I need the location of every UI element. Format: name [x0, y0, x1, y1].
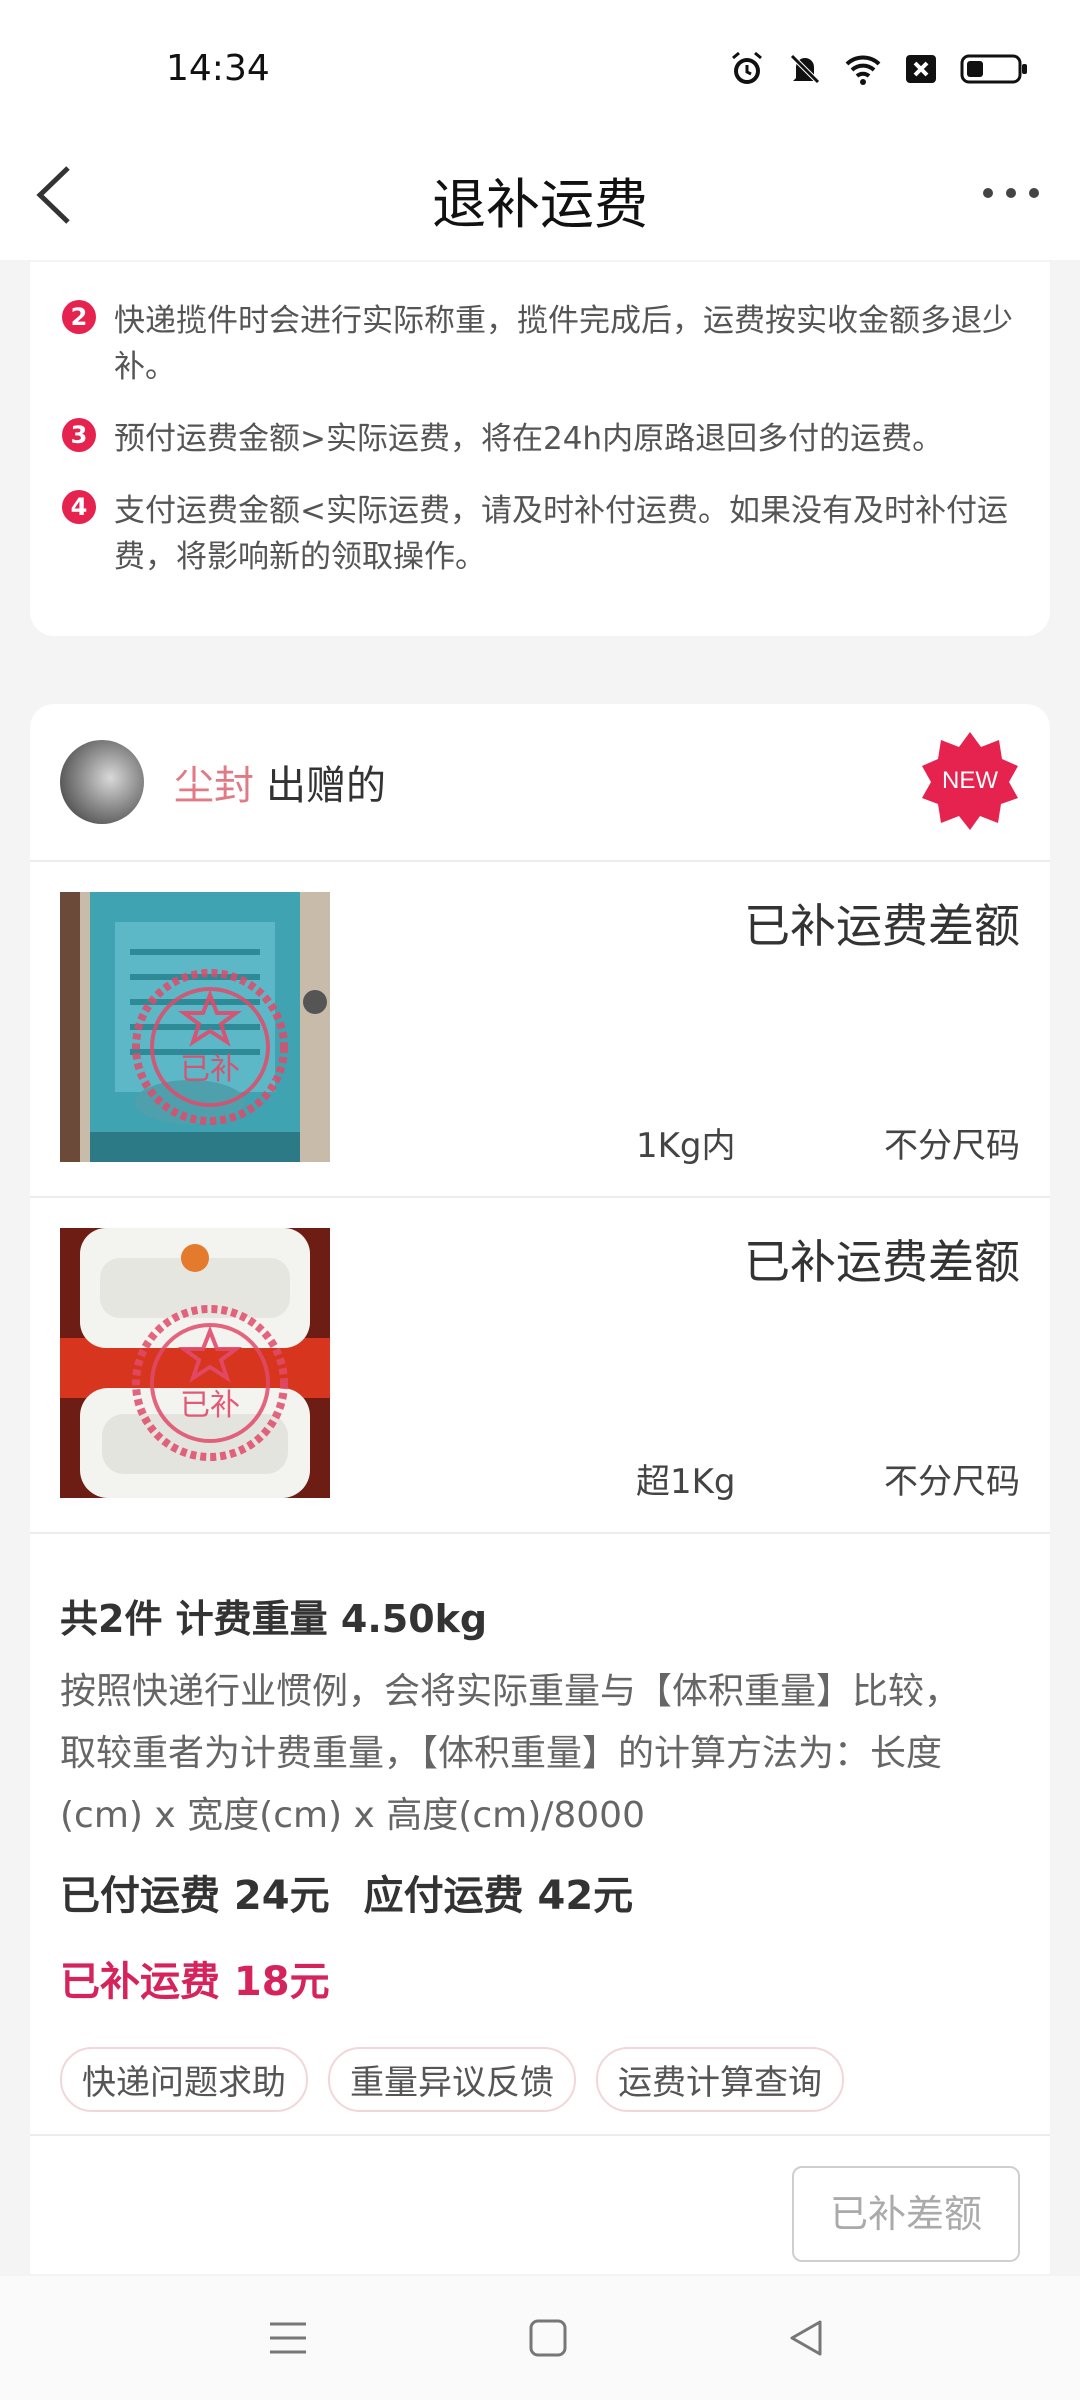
- rule-item: 2 快递揽件时会进行实际称重，揽件完成后，运费按实收金额多退少补。: [62, 298, 1014, 390]
- item-size: 不分尺码: [884, 1126, 1020, 1166]
- new-badge-icon: NEW: [922, 732, 1018, 830]
- item-status: 已补运费差额: [744, 1235, 1020, 1289]
- rule-item: 4 支付运费金额<实际运费，请及时补付运费。如果没有及时补付运费，将影响新的领取…: [62, 488, 1014, 580]
- list-item[interactable]: 已补 已补运费差额 1Kg内 不分尺码: [30, 862, 1050, 1198]
- rule-item: 3 预付运费金额>实际运费，将在24h内原路退回多付的运费。: [62, 416, 1014, 462]
- system-navigation-bar: [0, 2276, 1080, 2400]
- freight-rules-card: 2 快递揽件时会进行实际称重，揽件完成后，运费按实收金额多退少补。 3 预付运费…: [30, 262, 1050, 636]
- wifi-icon: [845, 55, 881, 85]
- new-badge-text: NEW: [942, 767, 998, 794]
- tag-express-help[interactable]: 快递问题求助: [60, 2047, 308, 2112]
- home-icon[interactable]: [522, 2312, 574, 2364]
- giver-suffix: 出赠的: [266, 763, 386, 809]
- billing-weight: 共2件 计费重量 4.50kg: [60, 1597, 488, 1641]
- top-navigation: 退补运费: [0, 130, 1080, 260]
- item-weight: 1Kg内: [636, 1126, 736, 1166]
- item-size: 不分尺码: [884, 1462, 1020, 1502]
- volume-weight-explanation: 按照快递行业惯例，会将实际重量与【体积重量】比较，取较重者为计费重量，【体积重量…: [60, 1671, 961, 1836]
- rule-number: 3: [62, 418, 96, 452]
- giver-name[interactable]: 尘封: [174, 753, 254, 811]
- stamp-text: 已补: [180, 1052, 240, 1087]
- status-time: 14:34: [166, 48, 270, 89]
- rule-text: 预付运费金额>实际运费，将在24h内原路退回多付的运费。: [114, 421, 944, 457]
- back-icon[interactable]: [780, 2312, 832, 2364]
- status-icons: [728, 50, 1030, 88]
- rule-number: 4: [62, 490, 96, 524]
- status-bar: 14:34: [0, 0, 1080, 130]
- compensated-stamp-icon: 已补: [132, 1305, 288, 1461]
- tag-freight-calc[interactable]: 运费计算查询: [596, 2047, 844, 2112]
- compensated-difference-button[interactable]: 已补差额: [792, 2166, 1020, 2262]
- due-freight: 应付运费 42元: [363, 1873, 634, 1919]
- freight-summary: 共2件 计费重量 4.50kg 按照快递行业惯例，会将实际重量与【体积重量】比较…: [60, 1588, 1020, 2112]
- compensated-freight: 已补运费 18元: [60, 1959, 330, 2005]
- more-options-icon[interactable]: [980, 178, 1042, 208]
- battery-icon: [960, 54, 1027, 84]
- giver-avatar[interactable]: [60, 740, 144, 824]
- help-tags: 快递问题求助 重量异议反馈 运费计算查询: [60, 2047, 1020, 2112]
- alarm-icon: [732, 51, 762, 84]
- rule-number: 2: [62, 300, 96, 334]
- rule-text: 支付运费金额<实际运费，请及时补付运费。如果没有及时补付运费，将影响新的领取操作…: [114, 493, 1008, 575]
- giver-row[interactable]: 尘封 出赠的: [60, 740, 386, 824]
- divider: [30, 1532, 1050, 1534]
- item-weight: 超1Kg: [636, 1462, 736, 1502]
- page-title: 退补运费: [432, 173, 648, 236]
- mute-bell-icon: [790, 54, 820, 84]
- compensated-stamp-icon: 已补: [132, 969, 288, 1125]
- paid-freight: 已付运费 24元: [60, 1873, 330, 1919]
- sim-disabled-icon: [906, 55, 936, 83]
- freight-amounts: 已付运费 24元 应付运费 42元: [60, 1863, 1020, 1921]
- item-status: 已补运费差额: [744, 899, 1020, 953]
- stamp-text: 已补: [180, 1388, 240, 1423]
- rule-text: 快递揽件时会进行实际称重，揽件完成后，运费按实收金额多退少补。: [114, 303, 1013, 385]
- list-item[interactable]: 已补 已补运费差额 超1Kg 不分尺码: [30, 1198, 1050, 1534]
- divider: [30, 2134, 1050, 2136]
- menu-icon[interactable]: [262, 2312, 314, 2364]
- gift-order-card: 尘封 出赠的 NEW 已补 已补运费差额 1Kg内 不分尺码 已补 已补运费差额…: [30, 704, 1050, 2274]
- tag-weight-dispute[interactable]: 重量异议反馈: [328, 2047, 576, 2112]
